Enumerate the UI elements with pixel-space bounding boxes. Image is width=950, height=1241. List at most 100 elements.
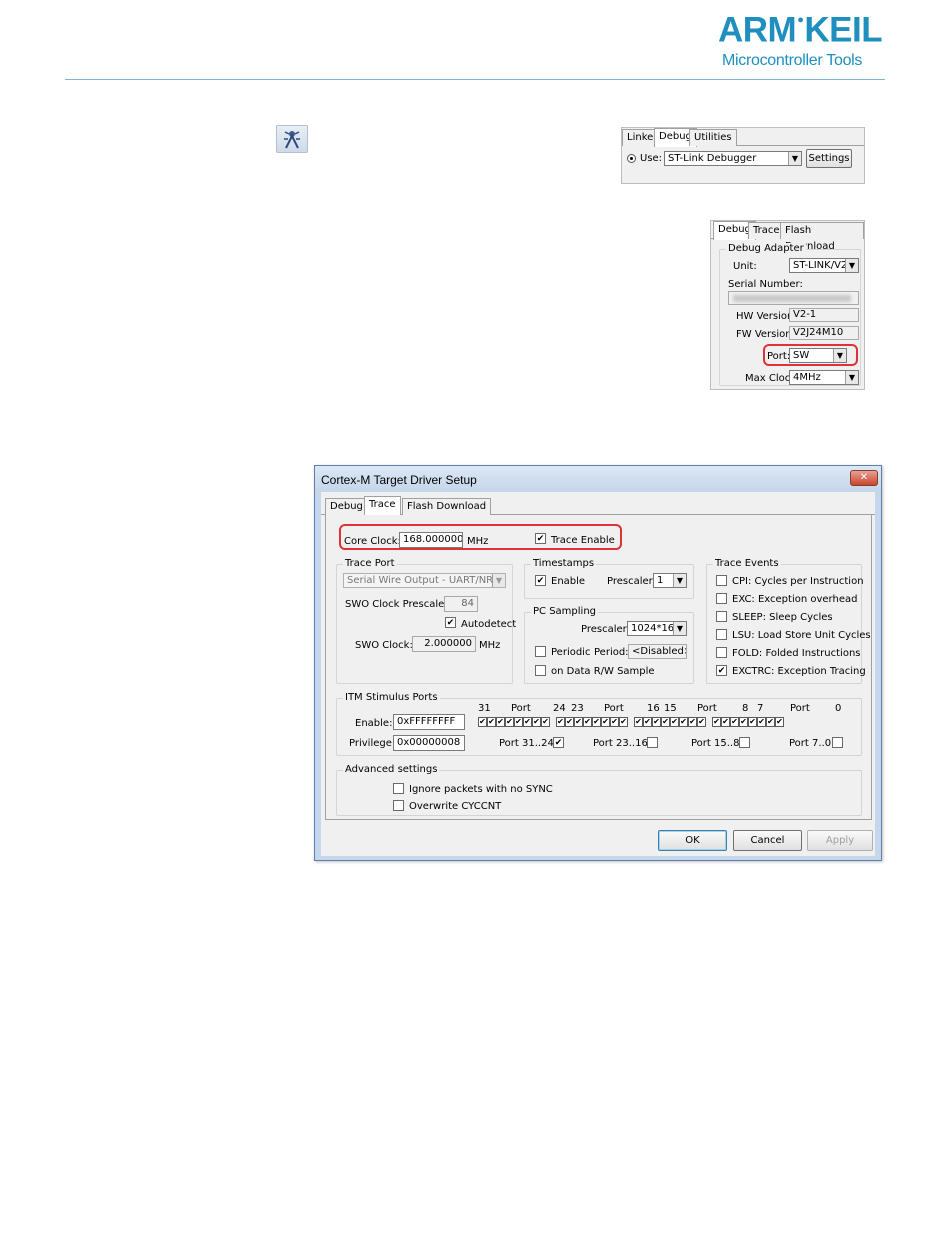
- itm-port-checkbox[interactable]: [583, 717, 592, 727]
- itm-port-checkbox[interactable]: [565, 717, 574, 727]
- itm-port-checkbox[interactable]: [739, 717, 748, 727]
- cpi-checkbox[interactable]: [716, 575, 727, 586]
- itm-port-checkbox[interactable]: [721, 717, 730, 727]
- tab-flash-download[interactable]: Flash Download: [780, 222, 864, 252]
- hw-version-field: V2-1: [789, 308, 859, 322]
- tab-debug[interactable]: Debug: [325, 498, 368, 515]
- itm-port-checkbox[interactable]: [532, 717, 541, 727]
- swo-prescaler-label: SWO Clock Prescaler:: [345, 599, 452, 610]
- itm-port-checkbox[interactable]: [757, 717, 766, 727]
- itm-port-checkbox[interactable]: [601, 717, 610, 727]
- pc-prescaler-label: Prescaler:: [581, 624, 630, 635]
- itm-port-checkbox[interactable]: [679, 717, 688, 727]
- itm-port-checkbox[interactable]: [523, 717, 532, 727]
- unit-label: Unit:: [733, 261, 757, 272]
- cancel-button[interactable]: Cancel: [733, 830, 802, 851]
- exc-checkbox[interactable]: [716, 593, 727, 604]
- itm-port-checkbox[interactable]: [766, 717, 775, 727]
- debug-session-icon[interactable]: [276, 125, 308, 153]
- serial-number-label: Serial Number:: [728, 279, 803, 290]
- timestamps-prescaler-value: 1: [657, 575, 664, 586]
- itm-port-checkbox[interactable]: [697, 717, 706, 727]
- itm-port-checkbox[interactable]: [610, 717, 619, 727]
- itm-enable-input[interactable]: 0xFFFFFFFF: [393, 714, 465, 730]
- periodic-checkbox[interactable]: [535, 646, 546, 657]
- port-header: 7: [757, 703, 764, 714]
- itm-port-checkbox[interactable]: [574, 717, 583, 727]
- timestamps-enable-checkbox[interactable]: [535, 575, 546, 586]
- port-header: 31: [478, 703, 491, 714]
- itm-port-checkbox[interactable]: [514, 717, 523, 727]
- cpi-label: CPI: Cycles per Instruction: [732, 576, 864, 587]
- use-radio[interactable]: [627, 154, 636, 163]
- privilege-port-checkbox[interactable]: [647, 737, 658, 748]
- serial-number-field: [728, 291, 859, 305]
- sleep-checkbox[interactable]: [716, 611, 727, 622]
- privilege-port-label: Port 31..24: [499, 738, 554, 749]
- exctrc-checkbox[interactable]: [716, 665, 727, 676]
- overwrite-cyccnt-label: Overwrite CYCCNT: [409, 801, 502, 812]
- itm-privilege-input[interactable]: 0x00000008: [393, 735, 465, 751]
- itm-port-checkbox[interactable]: [775, 717, 784, 727]
- itm-port-checkbox[interactable]: [712, 717, 721, 727]
- chevron-down-icon: ▼: [673, 622, 686, 635]
- itm-enable-label: Enable:: [355, 718, 393, 729]
- settings-button[interactable]: Settings: [806, 149, 852, 168]
- privilege-port-checkbox[interactable]: [832, 737, 843, 748]
- on-data-rw-checkbox[interactable]: [535, 665, 546, 676]
- trace-events-title: Trace Events: [713, 558, 781, 570]
- advanced-settings-title: Advanced settings: [343, 764, 440, 776]
- apply-button[interactable]: Apply: [807, 830, 873, 851]
- overwrite-cyccnt-checkbox[interactable]: [393, 800, 404, 811]
- lsu-checkbox[interactable]: [716, 629, 727, 640]
- itm-port-checkbox[interactable]: [661, 717, 670, 727]
- itm-port-checkbox[interactable]: [670, 717, 679, 727]
- swo-clock-unit: MHz: [479, 640, 501, 651]
- itm-port-checkbox[interactable]: [652, 717, 661, 727]
- itm-port-checkbox[interactable]: [748, 717, 757, 727]
- itm-port-checkbox[interactable]: [634, 717, 643, 727]
- fw-version-field: V2J24M10: [789, 326, 859, 340]
- timestamps-prescaler-select[interactable]: 1 ▼: [653, 573, 687, 588]
- itm-port-checkbox[interactable]: [478, 717, 487, 727]
- itm-port-checkbox[interactable]: [541, 717, 550, 727]
- tab-trace[interactable]: Trace: [364, 496, 401, 515]
- exctrc-label: EXCTRC: Exception Tracing: [732, 666, 866, 677]
- tab-utilities[interactable]: Utilities: [689, 129, 737, 146]
- unit-select[interactable]: ST-LINK/V2-1 ▼: [789, 258, 859, 273]
- pc-sampling-title: PC Sampling: [531, 606, 598, 618]
- swo-clock-label: SWO Clock:: [355, 640, 413, 651]
- itm-enable-checkboxes: [478, 717, 784, 727]
- pc-prescaler-select[interactable]: 1024*16 ▼: [627, 621, 687, 636]
- debugger-select[interactable]: ST-Link Debugger ▼: [664, 151, 802, 166]
- autodetect-checkbox[interactable]: [445, 617, 456, 628]
- itm-port-checkbox[interactable]: [592, 717, 601, 727]
- ignore-packets-checkbox[interactable]: [393, 783, 404, 794]
- period-field: <Disabled>: [628, 644, 687, 659]
- logo-subtitle: Microcontroller Tools: [722, 52, 863, 69]
- chevron-down-icon: ▼: [845, 371, 858, 384]
- tab-flash-download[interactable]: Flash Download: [402, 498, 492, 515]
- swo-clock-field: 2.000000: [412, 636, 476, 652]
- ok-button[interactable]: OK: [658, 830, 727, 851]
- max-clock-select[interactable]: 4MHz ▼: [789, 370, 859, 385]
- itm-port-checkbox[interactable]: [688, 717, 697, 727]
- port-header: Port: [697, 703, 717, 714]
- fold-checkbox[interactable]: [716, 647, 727, 658]
- itm-port-checkbox[interactable]: [643, 717, 652, 727]
- privilege-port-checkbox[interactable]: [553, 737, 564, 748]
- itm-port-checkbox[interactable]: [496, 717, 505, 727]
- itm-port-checkbox[interactable]: [556, 717, 565, 727]
- close-button[interactable]: ✕: [850, 470, 878, 486]
- port-header: 8: [742, 703, 749, 714]
- itm-port-checkbox[interactable]: [730, 717, 739, 727]
- privilege-port-checkbox[interactable]: [739, 737, 750, 748]
- autodetect-label: Autodetect: [461, 619, 517, 630]
- timestamps-prescaler-label: Prescaler:: [607, 576, 656, 587]
- itm-port-checkbox[interactable]: [505, 717, 514, 727]
- sleep-label: SLEEP: Sleep Cycles: [732, 612, 833, 623]
- swo-prescaler-field: 84: [444, 596, 478, 612]
- itm-port-checkbox[interactable]: [487, 717, 496, 727]
- lsu-label: LSU: Load Store Unit Cycles: [732, 630, 871, 641]
- itm-port-checkbox[interactable]: [619, 717, 628, 727]
